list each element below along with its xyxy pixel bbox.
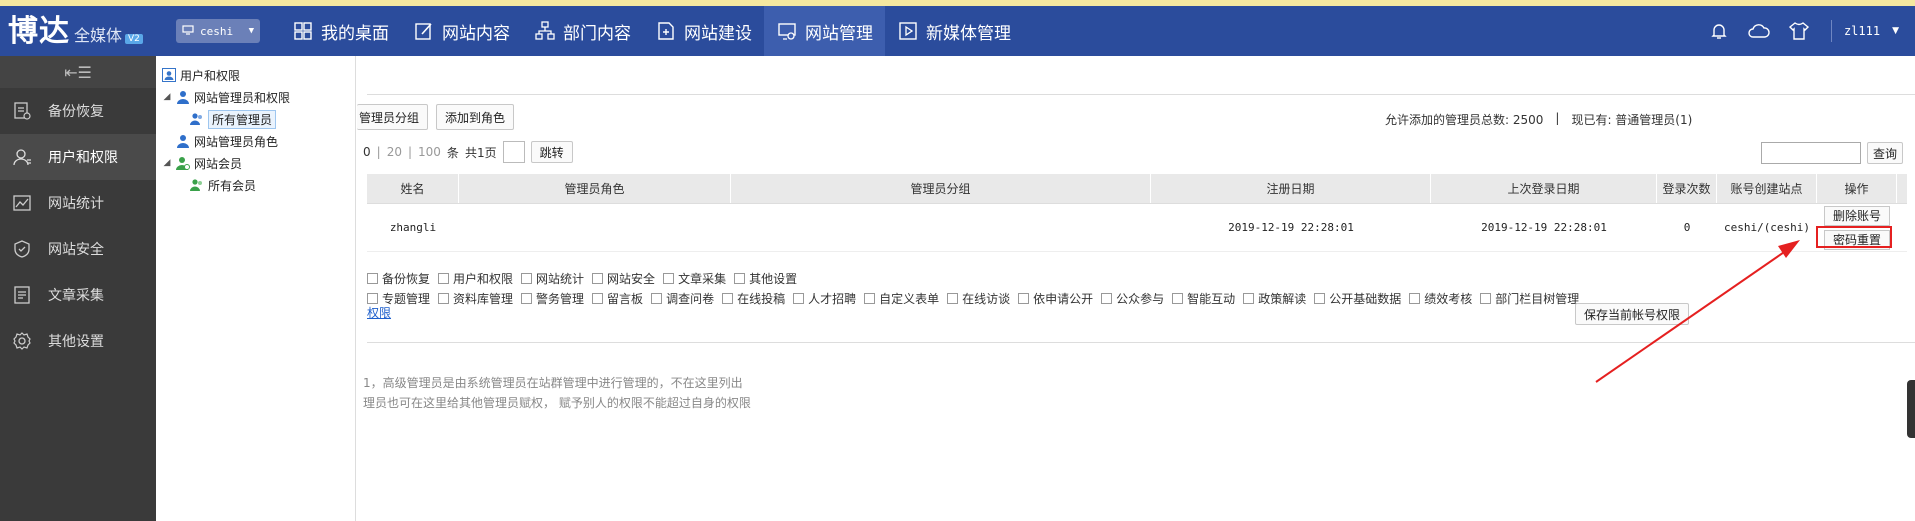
red-arrow-annotation: [1595, 240, 1800, 383]
app-window: 博达 全媒体 V2 ceshi ▼ 我的桌面 网站内容 部门内容 网站建设 网站…: [0, 0, 1915, 521]
side-widget-handle[interactable]: [1907, 380, 1915, 438]
